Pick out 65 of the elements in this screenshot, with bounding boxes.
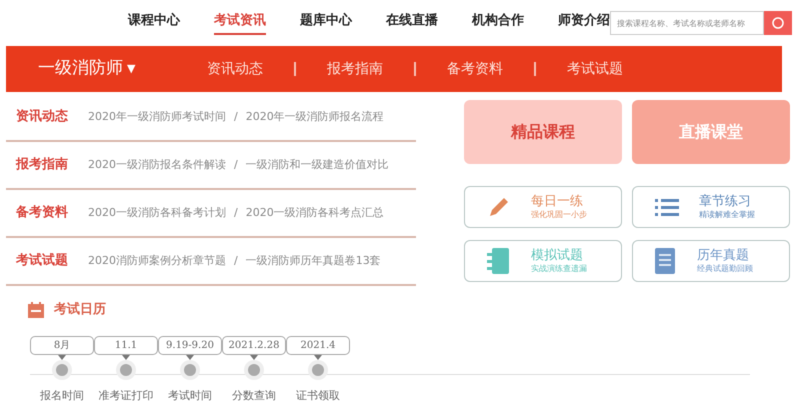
- separator-text: /: [234, 108, 238, 125]
- news-link[interactable]: 一级消防和一级建造价值对比: [246, 156, 389, 174]
- news-link[interactable]: 一级消防师历年真题卷13套: [246, 252, 381, 270]
- feature-card[interactable]: 精品课程: [464, 100, 622, 164]
- card-title: 历年真题: [697, 248, 750, 264]
- pointer-icon: [58, 354, 66, 360]
- event-label: 分数查询: [232, 388, 276, 404]
- nav-link[interactable]: 机构合作: [472, 11, 524, 35]
- news-link[interactable]: 2020消防师案例分析章节题: [88, 252, 226, 270]
- banner-link[interactable]: 备考资料: [416, 58, 534, 80]
- card-subtitle: 精读解难全掌握: [699, 210, 755, 220]
- date-tag: 2021.2.28: [222, 336, 286, 354]
- section-title: 考试日历: [54, 301, 106, 319]
- document-icon: [655, 248, 677, 274]
- banner-link[interactable]: 考试试题: [536, 58, 654, 80]
- banner-link[interactable]: 资讯动态: [176, 58, 294, 80]
- calendar-icon: [28, 302, 44, 318]
- date-tag: 2021.4: [286, 336, 350, 354]
- pointer-icon: [314, 354, 322, 360]
- search-icon: [771, 16, 785, 30]
- practice-card[interactable]: 章节练习 精读解难全掌握: [632, 186, 790, 228]
- search-button[interactable]: [764, 11, 792, 35]
- event-label: 证书领取: [296, 388, 340, 404]
- feature-card[interactable]: 直播课堂: [632, 100, 790, 164]
- list-icon: [655, 197, 679, 217]
- news-category: 考试试题: [16, 252, 68, 270]
- nav-link[interactable]: 题库中心: [300, 11, 352, 35]
- nav-link[interactable]: 在线直播: [386, 11, 438, 35]
- card-subtitle: 强化巩固一小步: [531, 210, 587, 220]
- nav-link[interactable]: 考试资讯: [214, 11, 266, 35]
- card-subtitle: 实战演练查遗漏: [531, 264, 587, 274]
- pencil-icon: [487, 195, 511, 219]
- news-link[interactable]: 2020年一级消防师考试时间: [88, 108, 226, 126]
- separator-text: /: [234, 252, 238, 269]
- practice-card[interactable]: 历年真题 经典试题勤回顾: [632, 240, 790, 282]
- nav-link[interactable]: 课程中心: [128, 11, 180, 35]
- separator-text: /: [234, 156, 238, 173]
- news-link[interactable]: 2020一级消防各科备考计划: [88, 204, 226, 222]
- card-subtitle: 经典试题勤回顾: [697, 264, 753, 274]
- search-field[interactable]: 搜索课程名称、考试名称或老师名称: [610, 11, 764, 35]
- event-label: 报名时间: [40, 388, 84, 404]
- banner-link[interactable]: 报考指南: [296, 58, 414, 80]
- news-category: 资讯动态: [16, 108, 68, 126]
- date-tag: 11.1: [94, 336, 158, 354]
- news-category: 报考指南: [16, 156, 68, 174]
- pointer-icon: [122, 354, 130, 360]
- date-tag: 8月: [30, 336, 94, 354]
- card-title: 章节练习: [699, 194, 752, 210]
- event-label: 准考证打印: [98, 388, 154, 404]
- pointer-icon: [186, 354, 194, 360]
- practice-card[interactable]: 模拟试题 实战演练查遗漏: [464, 240, 622, 282]
- practice-card[interactable]: 每日一练 强化巩固一小步: [464, 186, 622, 228]
- card-title: 每日一练: [531, 194, 584, 210]
- news-link[interactable]: 2020年一级消防师报名流程: [246, 108, 384, 126]
- news-link[interactable]: 2020一级消防各科考点汇总: [246, 204, 384, 222]
- pointer-icon: [250, 354, 258, 360]
- notebook-icon: [487, 248, 511, 274]
- nav-link[interactable]: 师资介绍: [558, 11, 610, 35]
- card-title: 模拟试题: [531, 248, 584, 264]
- category-dropdown[interactable]: 一级消防师 ▼: [38, 56, 156, 82]
- news-category: 备考资料: [16, 204, 68, 222]
- news-link[interactable]: 2020一级消防报名条件解读: [88, 156, 226, 174]
- date-tag: 9.19-9.20: [158, 336, 222, 354]
- separator-text: /: [234, 204, 238, 221]
- event-label: 考试时间: [168, 388, 212, 404]
